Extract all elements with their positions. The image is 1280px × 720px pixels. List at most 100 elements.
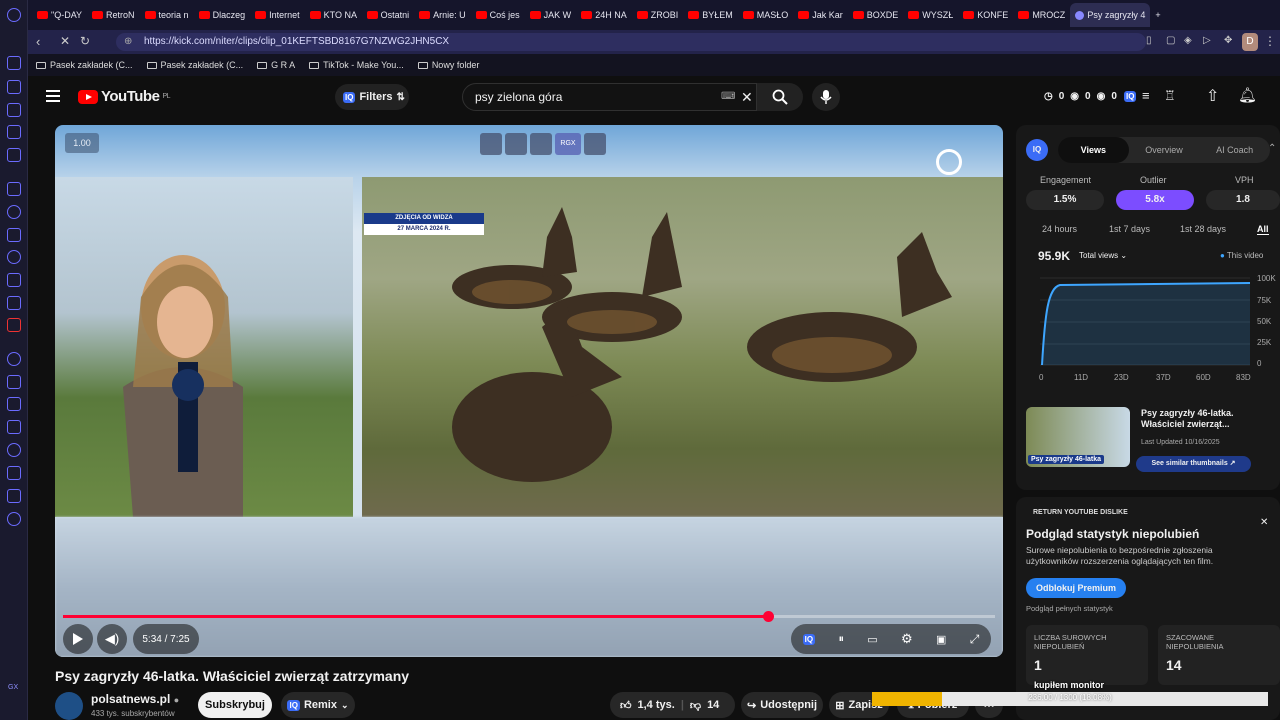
history-icon[interactable] (7, 420, 21, 434)
next-icon[interactable] (530, 133, 552, 155)
channel-avatar[interactable] (55, 692, 83, 720)
seek-bar-knob[interactable] (762, 611, 774, 622)
chat-icon[interactable] (7, 352, 21, 366)
profile-avatar[interactable]: D (1242, 33, 1258, 51)
play-ext-icon[interactable]: ▷ (1203, 35, 1211, 46)
seek-bar[interactable] (63, 611, 995, 622)
range-28d[interactable]: 1st 28 days (1180, 224, 1226, 234)
vidiq-player-icon[interactable]: IQ (802, 633, 816, 645)
video-thumbnail[interactable]: Psy zagryzły 46-latka (1026, 407, 1130, 467)
similar-thumbnails-button[interactable]: See similar thumbnails ↗ (1136, 456, 1251, 472)
total-views-select[interactable]: Total views ⌄ (1079, 251, 1127, 260)
dislike-icon[interactable]: 👎︎ (690, 699, 701, 712)
subscribe-button[interactable]: Subskrybuj (198, 692, 272, 718)
rgx-button[interactable]: RGX (555, 133, 581, 155)
bookmark-item[interactable]: Nowy folder (417, 60, 479, 70)
tab-ai-coach[interactable]: AI Coach (1199, 137, 1270, 163)
sidebar-red-icon[interactable] (7, 318, 21, 332)
x-icon[interactable] (7, 273, 21, 287)
browser-tab[interactable]: Jak Kar (793, 3, 848, 27)
upload-icon[interactable]: ⇧ (1206, 86, 1219, 106)
browser-tab[interactable]: JAK W (525, 3, 577, 27)
like-count[interactable]: 1,4 tys. (638, 699, 675, 711)
browser-tab[interactable]: "Q-DAY (32, 3, 87, 27)
opera-logo-icon[interactable] (7, 8, 21, 22)
menu-icon[interactable]: ⋮ (1264, 34, 1276, 48)
full-stats-preview-link[interactable]: Podgląd pełnych statystyk (1026, 604, 1113, 613)
reload-icon[interactable]: ↻ (80, 34, 90, 48)
notifications-bell-icon[interactable]: 🔔︎ (1238, 86, 1257, 104)
tab-overview[interactable]: Overview (1129, 137, 1200, 163)
sidebar-bag-icon[interactable] (7, 103, 21, 117)
bookmark-item[interactable]: Pasek zakładek (C... (146, 60, 243, 70)
search-input[interactable]: psy zielona góra ⌨ ✕ (462, 83, 757, 111)
close-loading-icon[interactable]: ✕ (60, 34, 70, 48)
range-24h[interactable]: 24 hours (1042, 224, 1077, 234)
send-icon[interactable] (7, 375, 21, 389)
browser-tab[interactable]: RetroN (87, 3, 140, 27)
autoplay-toggle-icon[interactable]: ⏸ (838, 633, 844, 646)
playback-speed-badge[interactable]: 1.00 (65, 133, 99, 153)
volume-button[interactable]: ◀) (97, 624, 127, 654)
sidebar-home-icon[interactable] (7, 56, 21, 70)
search-button[interactable] (757, 83, 803, 111)
sidebar-m-icon[interactable] (7, 148, 21, 162)
new-tab-icon[interactable]: + (1150, 3, 1165, 27)
pip-icon[interactable] (584, 133, 606, 155)
video-player[interactable]: 1.00 RGX polsat news ZDJĘCIA OD WIDZA 27… (55, 125, 1003, 657)
keyboard-icon[interactable]: ⌨ (721, 84, 735, 110)
browser-tab[interactable]: teoria n (140, 3, 194, 27)
channel-name[interactable]: polsatnews.pl ● (91, 692, 179, 706)
site-info-icon[interactable]: ⊕ (124, 33, 132, 51)
browser-tab[interactable]: MASŁO (738, 3, 794, 27)
url-field[interactable]: ⊕ https://kick.com/niter/clips/clip_01KE… (116, 33, 1146, 51)
browser-tab[interactable]: KONFE (958, 3, 1013, 27)
browser-tab[interactable]: Arnie: U (414, 3, 471, 27)
filters-button[interactable]: IQ Filters ⇅ (335, 84, 409, 110)
range-all[interactable]: All (1257, 224, 1269, 235)
clear-search-icon[interactable]: ✕ (741, 84, 753, 110)
browser-tab[interactable]: Dlaczeg (194, 3, 251, 27)
twitch-icon[interactable] (7, 182, 21, 196)
discord-icon[interactable] (7, 296, 21, 310)
theater-mode-icon[interactable]: ▣ (936, 633, 946, 646)
browser-tab[interactable]: Ostatni (362, 3, 415, 27)
extensions-icon[interactable]: ✥ (1224, 35, 1232, 46)
messenger-icon[interactable] (7, 205, 21, 219)
hamburger-icon[interactable] (46, 90, 60, 102)
subtitles-icon[interactable]: ▭ (867, 633, 877, 646)
settings-icon[interactable] (7, 512, 21, 526)
shield-icon[interactable]: ◈ (1184, 35, 1192, 46)
fullscreen-icon[interactable]: ⤢ (970, 632, 980, 647)
bookmark-item[interactable]: G R A (257, 60, 295, 70)
share-button[interactable]: ↪ Udostępnij (741, 692, 823, 718)
like-icon[interactable]: 👍︎ (620, 699, 632, 712)
vidiq-header-icon[interactable]: IQ (1124, 91, 1137, 102)
browser-tab[interactable]: BOXDE (848, 3, 904, 27)
browser-tab[interactable]: MROCZ (1013, 3, 1070, 27)
browser-tab-active[interactable]: Psy zagryzły 4 (1070, 3, 1151, 27)
youtube-logo[interactable]: YouTube PL (78, 88, 170, 105)
browser-tab[interactable]: BYŁEM (683, 3, 738, 27)
settings-gear-icon[interactable]: ⚙ (901, 631, 913, 647)
snapshot-icon[interactable]: ▢ (1166, 35, 1175, 46)
download-icon[interactable] (7, 466, 21, 480)
sidebar-news-icon[interactable] (7, 80, 21, 94)
dislike-close-icon[interactable]: ✕ (1260, 517, 1268, 528)
back-icon[interactable]: ‹ (36, 34, 40, 49)
browser-tab[interactable]: Coś jes (471, 3, 525, 27)
remix-button[interactable]: IQ Remix ⌄ (281, 692, 355, 718)
cube-icon[interactable] (7, 489, 21, 503)
heart-icon[interactable] (7, 397, 21, 411)
clock-icon[interactable] (7, 443, 21, 457)
bookmark-icon[interactable]: ▯ (1146, 35, 1152, 46)
range-7d[interactable]: 1st 7 days (1109, 224, 1150, 234)
browser-tab[interactable]: Internet (250, 3, 305, 27)
copy-icon[interactable] (480, 133, 502, 155)
browser-tab[interactable]: 24H NA (576, 3, 632, 27)
browser-tab[interactable]: ZROBI (632, 3, 684, 27)
voice-search-button[interactable] (812, 83, 840, 111)
sidebar-edit-icon[interactable] (7, 125, 21, 139)
bookmark-item[interactable]: TikTok - Make You... (309, 60, 404, 70)
tab-views[interactable]: Views (1058, 137, 1129, 163)
